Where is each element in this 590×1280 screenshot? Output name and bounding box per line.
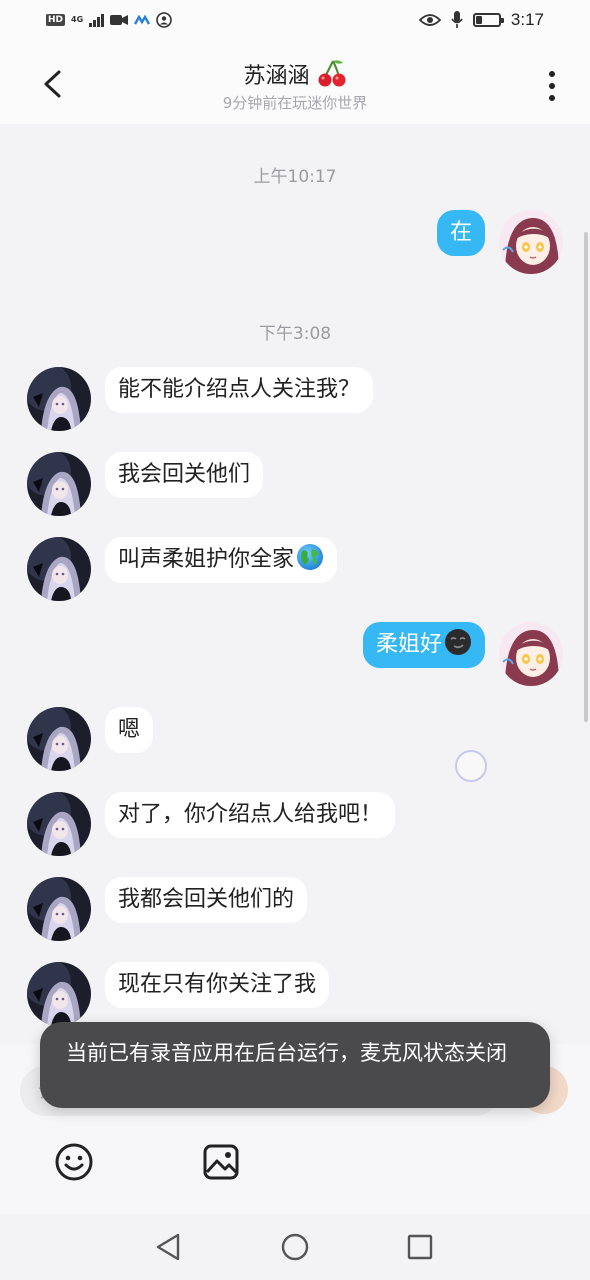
message-text: 柔姐好 [375, 632, 442, 657]
message-text: 叫声柔姐护你全家 [118, 547, 295, 572]
contact-name: 苏涵涵 [243, 64, 310, 89]
app-notification-icon [134, 14, 151, 25]
message-row-incoming: 现在只有你关注了我 [0, 962, 590, 1028]
message-row-incoming: 我会回关他们 [0, 452, 590, 518]
timestamp: 下午3:08 [258, 324, 332, 344]
battery-icon [472, 13, 504, 27]
nav-home-icon [281, 1233, 309, 1261]
contact-avatar[interactable] [27, 792, 91, 856]
nav-recents-button[interactable] [403, 1230, 437, 1264]
message-bubble-outgoing[interactable]: 柔姐好 [362, 622, 485, 668]
contact-status: 9分钟前在玩迷你世界 [222, 94, 368, 112]
cherry-emoji-icon [318, 60, 346, 87]
nav-recents-icon [407, 1234, 433, 1260]
system-navigation-bar [0, 1214, 590, 1280]
message-bubble-incoming[interactable]: 能不能介绍点人关注我？ [105, 367, 374, 413]
message-bubble-incoming[interactable]: 我都会回关他们的 [105, 877, 308, 923]
emoji-button[interactable] [52, 1140, 96, 1184]
message-list[interactable]: 上午10:17 在 下午3:08 能不能介绍点人关注我？ 我会回关他们 叫声柔姐… [0, 124, 590, 1044]
image-button[interactable] [199, 1140, 243, 1184]
network-type: 4G [71, 15, 84, 24]
contact-avatar[interactable] [27, 537, 91, 601]
more-options-button[interactable] [540, 68, 564, 102]
header-title-area: 苏涵涵 9分钟前在玩迷你世界 [0, 58, 590, 113]
message-row-outgoing: 柔姐好 [0, 622, 590, 688]
touch-indicator [455, 750, 487, 782]
my-avatar[interactable] [499, 210, 563, 274]
message-row-incoming: 我都会回关他们的 [0, 877, 590, 943]
nav-home-button[interactable] [278, 1230, 312, 1264]
contact-avatar[interactable] [27, 367, 91, 431]
my-avatar[interactable] [499, 622, 563, 686]
contact-avatar[interactable] [27, 452, 91, 516]
message-bubble-incoming[interactable]: 嗯 [105, 707, 154, 753]
message-bubble-incoming[interactable]: 现在只有你关注了我 [105, 962, 330, 1008]
status-left-icons: HD 4G [46, 12, 172, 28]
status-bar: HD 4G 3:17 [0, 0, 590, 46]
status-time: 3:17 [510, 10, 544, 29]
message-row-incoming: 叫声柔姐护你全家 [0, 537, 590, 603]
message-bubble-incoming[interactable]: 叫声柔姐护你全家 [105, 537, 338, 583]
message-row-outgoing: 在 [0, 210, 590, 276]
status-right-icons: 3:17 [418, 10, 544, 30]
nav-back-icon [156, 1233, 180, 1261]
message-bubble-incoming[interactable]: 我会回关他们 [105, 452, 264, 498]
image-icon [203, 1144, 239, 1180]
message-bubble-outgoing[interactable]: 在 [436, 210, 485, 256]
contact-avatar[interactable] [27, 962, 91, 1026]
toast-message: 当前已有录音应用在后台运行，麦克风状态关闭 [40, 1022, 550, 1108]
contact-avatar[interactable] [27, 707, 91, 771]
chat-header: 苏涵涵 9分钟前在玩迷你世界 [0, 46, 590, 124]
nav-back-button[interactable] [152, 1230, 186, 1264]
globe-emoji-icon [297, 544, 324, 570]
message-row-incoming: 对了，你介绍点人给我吧！ [0, 792, 590, 858]
emoji-icon [55, 1143, 93, 1181]
location-shield-icon [156, 12, 172, 28]
signal-icon [89, 13, 105, 27]
contact-avatar[interactable] [27, 877, 91, 941]
message-bubble-incoming[interactable]: 对了，你介绍点人给我吧！ [105, 792, 396, 838]
message-row-incoming: 能不能介绍点人关注我？ [0, 367, 590, 433]
microphone-icon [451, 11, 463, 28]
message-row-incoming: 嗯 [0, 707, 590, 773]
timestamp: 上午10:17 [253, 167, 337, 187]
hd-badge: HD [46, 14, 66, 26]
smirk-emoji-icon [445, 629, 471, 655]
more-vertical-icon [540, 71, 564, 101]
video-icon [110, 15, 129, 25]
scrollbar[interactable] [584, 232, 588, 722]
eye-icon [418, 14, 441, 26]
